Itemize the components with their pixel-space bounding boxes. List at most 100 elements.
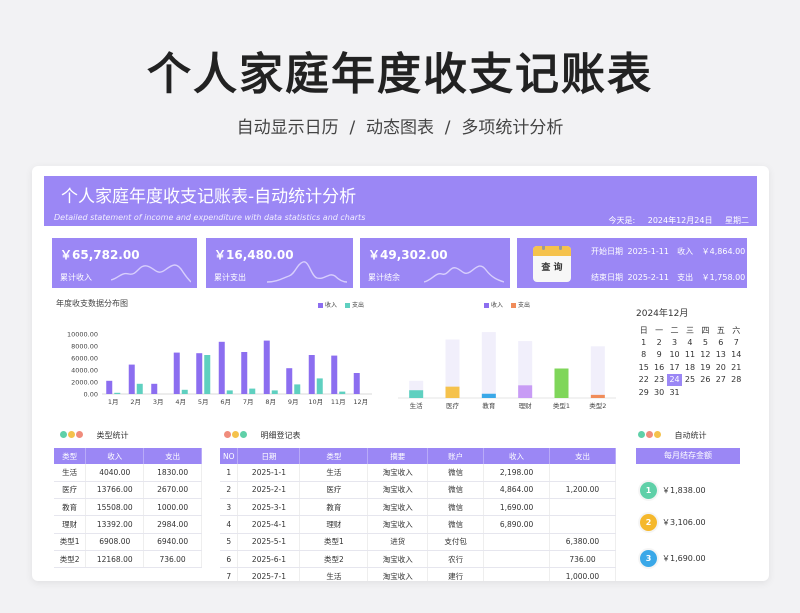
calendar-day[interactable]: 24 <box>666 373 683 386</box>
table-header-cell: 类型 <box>54 448 87 464</box>
calendar-panel: 2024年12月 日一二三四五六 1 2 3 4 5 6 7 8 9 10 11 12 13 14 15 16 1… <box>628 294 748 416</box>
table-cell: 淘宝收入 <box>367 464 429 482</box>
income-bar <box>196 353 203 394</box>
y-tick-label: 0.00 <box>84 391 98 399</box>
calendar-day[interactable]: 28 <box>729 374 744 386</box>
table-cell: 淘宝收入 <box>367 515 429 534</box>
table-cell: 4 <box>220 515 239 534</box>
calendar-day[interactable]: 22 <box>636 374 651 386</box>
monthly-balance-value: ￥1,838.00 <box>662 486 706 495</box>
table-cell: 类型1 <box>299 533 369 551</box>
expense-bar <box>590 394 605 398</box>
table-row[interactable]: 生活 4040.00 1830.00 <box>54 464 202 482</box>
calendar-day[interactable]: 3 <box>667 336 682 348</box>
x-tick-label: 7月 <box>243 398 254 406</box>
table-row[interactable]: 教育 15508.00 1000.00 <box>54 498 202 517</box>
today-weekday: 星期二 <box>725 216 749 225</box>
start-date-value[interactable]: 2025-1-11 <box>628 247 675 256</box>
table-row[interactable]: 类型2 12168.00 736.00 <box>54 550 202 569</box>
table-row[interactable]: 理财 13392.00 2984.00 <box>54 515 202 534</box>
x-tick-label: 5月 <box>198 398 209 406</box>
calendar-day[interactable]: 9 <box>651 349 666 361</box>
calendar-day[interactable]: 8 <box>636 349 651 361</box>
table-cell: 1,690.00 <box>483 498 551 517</box>
balance-label: 累计结余 <box>368 273 400 282</box>
type-stats-panel: 类型统计 类型 收入 支出 生活 4040.00 1830.00 医疗 13766.00 267… <box>50 424 206 581</box>
table-cell: 13392.00 <box>85 515 145 534</box>
page-sub-title: 自动显示日历 / 动态图表 / 多项统计分析 <box>236 118 564 138</box>
table-row[interactable]: 类型1 6908.00 6940.00 <box>54 533 202 551</box>
table-cell: 3 <box>220 498 239 517</box>
table-cell: 2025-5-1 <box>237 533 301 551</box>
expense-bar <box>518 385 533 398</box>
calendar-day[interactable]: 18 <box>682 361 697 373</box>
table-row[interactable]: 5 2025-5-1 类型1 进货 支付包 6,380.00 <box>220 533 616 551</box>
table-row[interactable]: 2 2025-2-1 医疗 淘宝收入 微信 4,864.00 1,200.00 <box>220 481 616 500</box>
dots-icon <box>638 431 662 440</box>
calendar-grid: 日一二三四五六 1 2 3 4 5 6 7 8 9 10 11 12 13 14 15 16 17 18 19 20 21… <box>636 324 744 398</box>
x-tick-label: 1月 <box>108 398 119 406</box>
today-label: 今天是: <box>608 216 636 225</box>
query-start-row: 开始日期 2025-1-11 收入 ￥4,864.00 <box>591 246 745 257</box>
table-cell: 1 <box>220 464 239 482</box>
calendar-day[interactable]: 1 <box>636 336 651 348</box>
query-expense-value: ￥1,758.00 <box>701 273 746 282</box>
calendar-day[interactable]: 29 <box>636 386 651 398</box>
expense-bar <box>249 388 256 394</box>
calendar-day[interactable]: 15 <box>636 361 651 373</box>
calendar-day[interactable]: 23 <box>651 374 666 386</box>
calendar-day[interactable]: 21 <box>729 361 744 373</box>
expense-bar <box>294 384 301 394</box>
income-bar <box>331 355 338 394</box>
calendar-day[interactable]: 30 <box>651 386 666 398</box>
table-cell <box>483 550 551 569</box>
table-cell <box>483 533 551 551</box>
x-tick-label: 理财 <box>519 401 533 410</box>
expense-bar <box>409 390 424 398</box>
calendar-day[interactable]: 27 <box>713 374 728 386</box>
rank-badge: 1 <box>640 482 657 499</box>
calendar-day[interactable]: 31 <box>667 386 682 398</box>
expense-bar <box>316 378 323 394</box>
query-button[interactable]: 查 询 <box>533 246 571 282</box>
calendar-day[interactable]: 11 <box>682 349 697 361</box>
table-row[interactable]: 6 2025-6-1 类型2 淘宝收入 农行 736.00 <box>220 550 616 569</box>
x-tick-label: 类型2 <box>589 401 606 410</box>
table-cell: 1,000.00 <box>549 567 616 581</box>
table-cell: 2025-1-1 <box>237 464 301 482</box>
table-row[interactable]: 1 2025-1-1 生活 淘宝收入 微信 2,198.00 <box>220 464 616 482</box>
table-cell: 2025-6-1 <box>237 550 301 569</box>
calendar-day[interactable]: 10 <box>667 349 682 361</box>
table-row[interactable]: 7 2025-7-1 生活 淘宝收入 建行 1,000.00 <box>220 567 616 581</box>
calendar-day[interactable]: 20 <box>713 361 728 373</box>
ledger-panel: 明细登记表 NO 日期 类型 摘要 账户 收入 支出 1 2025-1-1 生活 淘宝收入 微信 2,1… <box>214 424 622 581</box>
end-date-value[interactable]: 2025-2-11 <box>628 273 675 282</box>
calendar-day[interactable]: 14 <box>729 349 744 361</box>
calendar-day[interactable]: 26 <box>698 374 713 386</box>
table-cell: 淘宝收入 <box>367 550 429 569</box>
expense-bar <box>226 390 233 394</box>
table-cell: 6,380.00 <box>549 533 616 551</box>
page-main-title: 个人家庭年度收支记账表 <box>147 49 653 100</box>
auto-stats-panel: 自动统计 每月结存金额 1 ￥1,838.00 2 ￥3,106.00 3 ￥1,690.… <box>628 424 748 581</box>
calendar-week-row: 29 30 31 <box>636 386 744 398</box>
calendar-day[interactable]: 25 <box>682 374 697 386</box>
table-cell: 微信 <box>427 464 485 482</box>
calendar-day[interactable]: 7 <box>729 336 744 348</box>
calendar-day[interactable]: 13 <box>713 349 728 361</box>
today-date: 2024年12月24日 <box>647 216 713 225</box>
calendar-day[interactable]: 4 <box>682 336 697 348</box>
calendar-day[interactable]: 19 <box>698 361 713 373</box>
calendar-day[interactable]: 2 <box>651 336 666 348</box>
table-row[interactable]: 医疗 13766.00 2670.00 <box>54 481 202 500</box>
calendar-day[interactable]: 17 <box>667 361 682 373</box>
calendar-day[interactable]: 6 <box>713 336 728 348</box>
calendar-day <box>698 386 713 398</box>
calendar-day[interactable]: 5 <box>698 336 713 348</box>
table-row[interactable]: 3 2025-3-1 教育 淘宝收入 微信 1,690.00 <box>220 498 616 517</box>
calendar-day[interactable]: 16 <box>651 361 666 373</box>
calendar-day[interactable]: 12 <box>698 349 713 361</box>
table-row[interactable]: 4 2025-4-1 理财 淘宝收入 微信 6,890.00 <box>220 515 616 534</box>
table-cell: 13766.00 <box>85 481 145 500</box>
income-bar <box>308 355 315 394</box>
